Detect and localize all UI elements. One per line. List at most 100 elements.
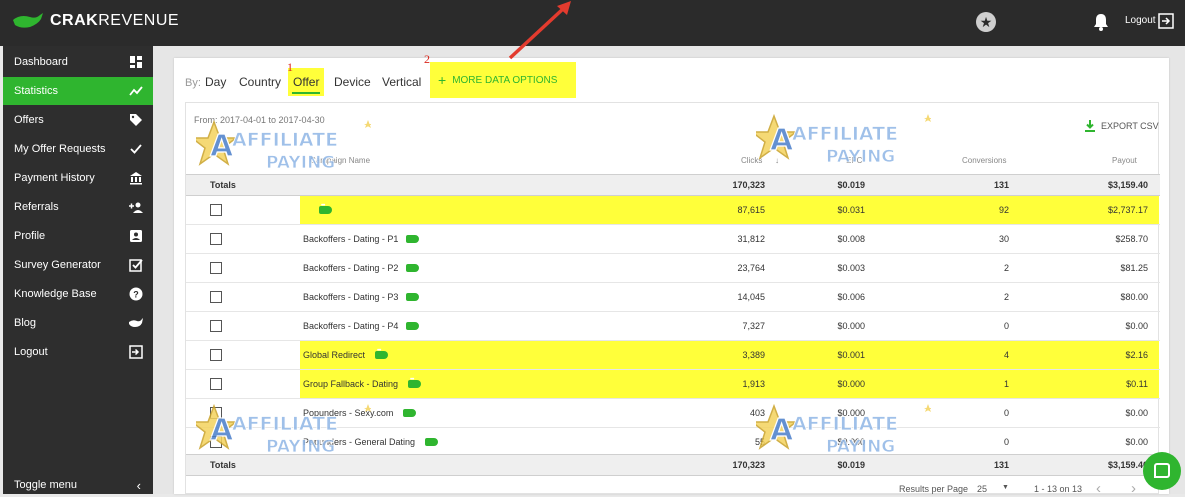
offer-tag-icon[interactable] — [425, 435, 439, 446]
campaign-name-text: Backoffers - Dating - P1 — [303, 234, 399, 244]
tab-device[interactable]: Device — [334, 75, 371, 89]
table-row[interactable]: Backoffers - Dating - P3 14,045 $0.006 2 $80… — [186, 283, 1160, 312]
svg-text:PAYING: PAYING — [826, 437, 895, 457]
table-row[interactable]: Global Redirect 3,389 $0.001 4 $2.16 — [186, 341, 1160, 370]
table-row[interactable]: 87,615 $0.031 92 $2,737.17 — [186, 196, 1160, 225]
cell-epc: $0.031 — [837, 205, 865, 215]
edit-check-icon — [129, 259, 143, 272]
campaign-name-text: Backoffers - Dating - P2 — [303, 263, 399, 273]
row-checkbox[interactable] — [210, 233, 222, 245]
cell-epc: $0.006 — [837, 292, 865, 302]
sidebar-item-referrals[interactable]: Referrals — [3, 193, 153, 221]
offer-tag-icon[interactable] — [406, 319, 420, 330]
offer-tag-icon[interactable] — [408, 377, 422, 388]
offer-tag-icon[interactable] — [375, 348, 389, 359]
row-checkbox[interactable] — [210, 262, 222, 274]
cell-payout: $80.00 — [1120, 292, 1148, 302]
pagination-bar: Results per Page 25 ▼ 1 - 13 on 13 ‹ › — [185, 476, 1159, 497]
more-data-options-button[interactable]: + MORE DATA OPTIONS — [430, 62, 576, 98]
chat-support-button[interactable] — [1143, 452, 1181, 490]
sidebar-item-offers[interactable]: Offers — [3, 106, 153, 134]
bell-icon[interactable] — [1093, 13, 1109, 31]
sidebar-item-survey-generator[interactable]: Survey Generator — [3, 251, 153, 279]
sidebar-item-knowledge-base[interactable]: Knowledge Base ? — [3, 280, 153, 308]
check-icon — [130, 144, 142, 154]
sidebar-item-logout[interactable]: Logout — [3, 338, 153, 366]
sidebar: Dashboard Statistics Offers My Offer Req… — [3, 46, 153, 494]
offer-tag-icon[interactable] — [406, 290, 420, 301]
campaign-name[interactable]: Group Fallback - Dating — [303, 370, 422, 398]
toggle-menu-button[interactable]: Toggle menu ‹ — [3, 474, 153, 496]
sidebar-item-statistics[interactable]: Statistics — [3, 77, 153, 105]
column-header-payout[interactable]: Payout — [1112, 156, 1137, 165]
row-checkbox[interactable] — [210, 349, 222, 361]
campaign-name[interactable]: Backoffers - Dating - P1 — [303, 225, 420, 253]
campaign-name[interactable]: Global Redirect — [303, 341, 389, 369]
sidebar-item-label: Offers — [14, 114, 44, 126]
row-checkbox[interactable] — [210, 320, 222, 332]
brand-logo[interactable]: CRAKREVENUE — [12, 12, 179, 30]
campaign-name[interactable]: Backoffers - Dating - P2 — [303, 254, 420, 282]
next-page-icon[interactable]: › — [1131, 480, 1136, 497]
sidebar-item-label: Logout — [14, 346, 48, 358]
favorites-star-icon[interactable]: ★ — [976, 12, 996, 32]
cell-conversions: 92 — [998, 205, 1009, 215]
dropdown-caret-icon[interactable]: ▼ — [1002, 484, 1009, 491]
row-checkbox[interactable] — [210, 291, 222, 303]
cell-clicks: 7,327 — [742, 321, 765, 331]
cell-payout: $0.11 — [1126, 379, 1148, 389]
cell-payout: $0.00 — [1125, 408, 1148, 418]
row-checkbox[interactable] — [210, 378, 222, 390]
table-row[interactable]: Backoffers - Dating - P1 31,812 $0.008 30 $2… — [186, 225, 1160, 254]
export-csv-button[interactable]: EXPORT CSV — [1085, 120, 1159, 132]
cell-clicks: 87,615 — [737, 205, 765, 215]
brand-name: CRAKREVENUE — [50, 12, 180, 29]
affiliate-paying-watermark: AAFFILIATEPAYING — [756, 113, 931, 167]
results-per-page-select[interactable]: 25 — [977, 484, 987, 494]
offer-tag-icon[interactable] — [406, 232, 420, 243]
row-checkbox[interactable] — [210, 204, 222, 216]
logout-link[interactable]: Logout — [1125, 15, 1156, 26]
svg-text:AFFILIATE: AFFILIATE — [232, 413, 338, 435]
table-row[interactable]: Backoffers - Dating - P4 7,327 $0.000 0 $0.0… — [186, 312, 1160, 341]
tab-offer[interactable]: Offer — [293, 75, 319, 89]
sidebar-item-blog[interactable]: Blog — [3, 309, 153, 337]
cell-clicks: 3,389 — [742, 350, 765, 360]
sidebar-item-label: Dashboard — [14, 56, 68, 68]
annotation-number-1: 1 — [287, 60, 293, 74]
svg-text:AFFILIATE: AFFILIATE — [792, 123, 898, 145]
affiliate-paying-watermark: AAFFILIATEPAYING — [196, 119, 371, 173]
top-bar: CRAKREVENUE ★ Logout — [0, 0, 1185, 46]
prev-page-icon[interactable]: ‹ — [1096, 480, 1101, 497]
sidebar-item-payment-history[interactable]: Payment History — [3, 164, 153, 192]
cell-payout: $0.00 — [1125, 437, 1148, 447]
svg-text:A: A — [210, 129, 234, 164]
sidebar-item-my-offer-requests[interactable]: My Offer Requests — [3, 135, 153, 163]
totals-clicks: 170,323 — [732, 180, 765, 190]
campaign-name-text: Group Fallback - Dating — [303, 379, 399, 389]
table-row[interactable]: Group Fallback - Dating 1,913 $0.000 1 $0.11 — [186, 370, 1160, 399]
offer-tag-icon[interactable] — [406, 261, 420, 272]
campaign-name-text: Global Redirect — [303, 350, 366, 360]
tab-country[interactable]: Country — [239, 75, 281, 89]
cell-conversions: 30 — [998, 234, 1009, 244]
offer-tag-icon[interactable] — [319, 203, 332, 214]
tab-vertical[interactable]: Vertical — [382, 75, 421, 89]
cell-clicks: 23,764 — [737, 263, 765, 273]
table-row[interactable]: Backoffers - Dating - P2 23,764 $0.003 2 $81… — [186, 254, 1160, 283]
chevron-left-icon: ‹ — [136, 477, 141, 493]
offer-tag-icon[interactable] — [403, 406, 417, 417]
logout-icon[interactable] — [1158, 13, 1174, 29]
cell-payout: $2.16 — [1125, 350, 1148, 360]
cell-epc: $0.001 — [837, 350, 865, 360]
tab-day[interactable]: Day — [205, 75, 226, 89]
sidebar-item-profile[interactable]: Profile — [3, 222, 153, 250]
sidebar-item-label: Referrals — [14, 201, 59, 213]
tag-icon — [130, 114, 142, 126]
campaign-name[interactable]: Backoffers - Dating - P4 — [303, 312, 420, 340]
sidebar-item-dashboard[interactable]: Dashboard — [3, 48, 153, 76]
cell-payout: $258.70 — [1115, 234, 1148, 244]
column-header-conversions[interactable]: Conversions — [962, 156, 1006, 165]
campaign-name[interactable] — [303, 196, 332, 224]
campaign-name[interactable]: Backoffers - Dating - P3 — [303, 283, 420, 311]
